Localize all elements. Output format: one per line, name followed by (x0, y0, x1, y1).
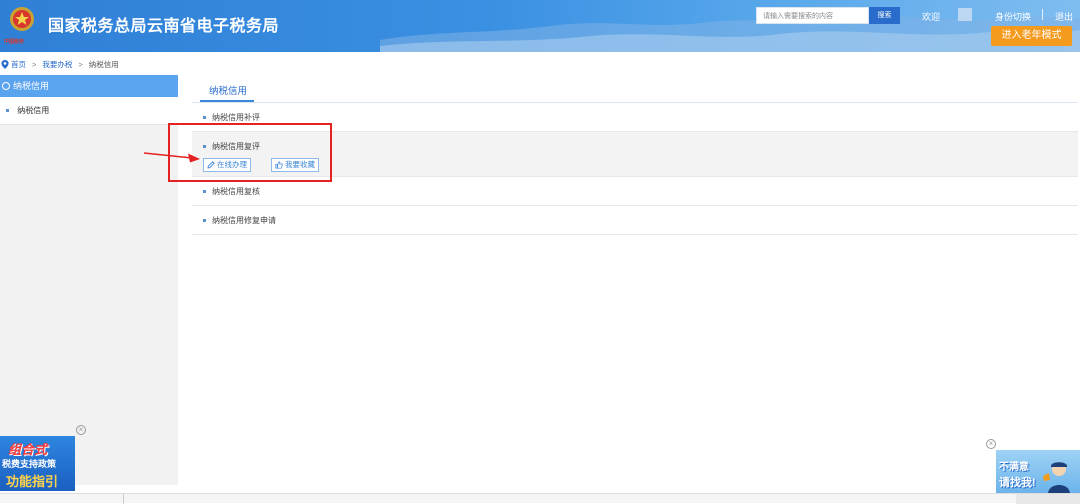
site-header: 中国税务 国家税务总局云南省电子税务局 请输入需要搜索的内容 搜索 欢迎 身份切… (0, 0, 1080, 52)
breadcrumb: 首页 > 我要办税 > 纳税信用 (0, 57, 119, 71)
promo-left-line3: 功能指引 (6, 474, 59, 489)
sidebar-header: 纳税信用 (0, 75, 178, 97)
sidebar-header-label: 纳税信用 (13, 81, 50, 91)
header-separator (1042, 9, 1043, 20)
tab-tax-credit[interactable]: 纳税信用 (209, 83, 247, 97)
search-input[interactable]: 请输入需要搜索的内容 (756, 7, 869, 24)
online-handle-label: 在线办理 (217, 160, 247, 169)
close-promo-right-icon[interactable]: × (986, 439, 996, 449)
favorite-label: 我要收藏 (285, 160, 315, 169)
welcome-text: 欢迎 (922, 12, 941, 22)
site-title: 国家税务总局云南省电子税务局 (48, 18, 280, 35)
list-item-label: 纳税信用复核 (212, 187, 260, 196)
chat-bubble-icon (2, 82, 10, 90)
list-item-re-evaluation[interactable]: 纳税信用复评 (192, 132, 1078, 177)
emblem-caption: 中国税务 (4, 39, 25, 45)
breadcrumb-home[interactable]: 首页 (11, 59, 26, 70)
list-item-repair-application[interactable]: 纳税信用修复申请 (192, 206, 1078, 235)
bullet-icon (203, 219, 206, 222)
list-item-label: 纳税信用修复申请 (212, 216, 276, 225)
promo-banner-right[interactable]: 不满意 请找我! (996, 450, 1080, 494)
close-promo-left-icon[interactable]: × (76, 425, 86, 435)
mountain-background (380, 16, 1080, 52)
promo-banner-left[interactable]: 组合式 税费支持政策 功能指引 (0, 436, 75, 491)
promo-right-line2: 请找我! (999, 477, 1036, 489)
list-item-supplementary-evaluation[interactable]: 纳税信用补评 (192, 103, 1078, 132)
breadcrumb-tax-handling[interactable]: 我要办税 (42, 59, 72, 70)
online-handle-button[interactable]: 在线办理 (203, 158, 251, 172)
favorite-button[interactable]: 我要收藏 (271, 158, 319, 172)
breadcrumb-separator: > (32, 59, 37, 69)
breadcrumb-separator: > (78, 59, 83, 69)
bullet-icon (203, 190, 206, 193)
location-pin-icon (1, 59, 9, 69)
search-button[interactable]: 搜索 (869, 7, 900, 24)
promo-left-line1: 组合式 (8, 442, 48, 457)
elder-mode-button[interactable]: 进入老年模式 (991, 26, 1072, 46)
annotation-arrow-icon (143, 152, 200, 163)
user-name-placeholder (958, 8, 972, 21)
list-item-label: 纳税信用复评 (212, 142, 260, 151)
sidebar-item-tax-credit[interactable]: 纳税信用 (0, 97, 178, 125)
pencil-icon (207, 161, 215, 169)
logout-link[interactable]: 退出 (1055, 10, 1073, 23)
sidebar: 纳税信用 纳税信用 (0, 75, 178, 485)
switch-identity-link[interactable]: 身份切换 (995, 10, 1031, 23)
list-item-review[interactable]: 纳税信用复核 (192, 177, 1078, 206)
bullet-icon (203, 116, 206, 119)
sidebar-item-label: 纳税信用 (17, 106, 50, 115)
thumbs-up-icon (275, 161, 283, 169)
bottom-status-bar (0, 493, 1080, 504)
list-item-label: 纳税信用补评 (212, 113, 260, 122)
promo-left-line2: 税费支持政策 (2, 459, 57, 469)
bullet-icon (203, 145, 206, 148)
assistant-character-icon (1043, 462, 1070, 494)
promo-right-line1: 不满意 (999, 462, 1029, 473)
breadcrumb-current: 纳税信用 (88, 59, 119, 69)
bullet-icon (6, 109, 9, 113)
